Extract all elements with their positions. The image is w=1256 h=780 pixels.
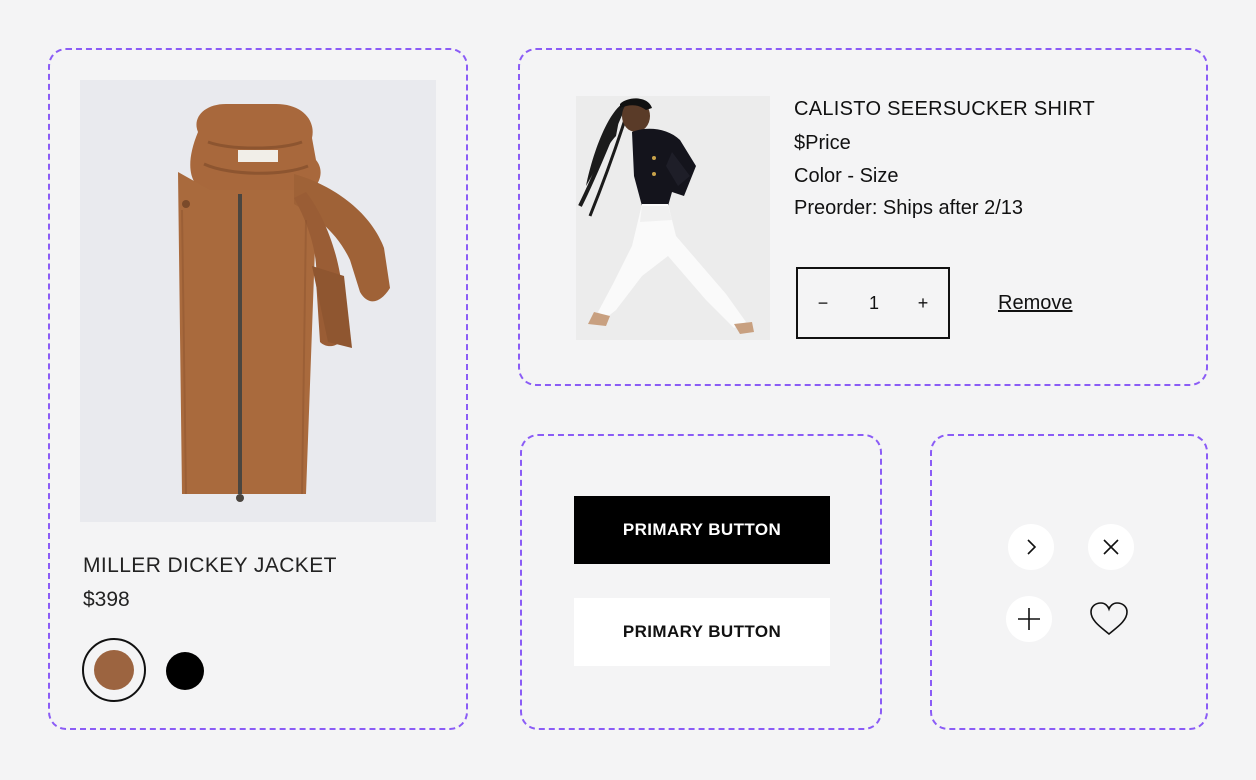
cart-item-preorder: Preorder: Ships after 2/13 bbox=[794, 197, 1024, 219]
quantity-stepper: − 1 + bbox=[796, 267, 950, 339]
product-image[interactable] bbox=[80, 80, 436, 522]
chevron-right-button[interactable] bbox=[1008, 524, 1054, 570]
product-price: $398 bbox=[83, 588, 130, 611]
chevron-right-icon bbox=[1027, 539, 1037, 555]
close-button[interactable] bbox=[1088, 524, 1134, 570]
cart-item-title[interactable]: CALISTO SEERSUCKER SHIRT bbox=[794, 98, 1095, 121]
swatch-camel-fill bbox=[94, 650, 134, 690]
heart-button[interactable] bbox=[1086, 598, 1132, 640]
icons-card bbox=[930, 434, 1208, 730]
cart-item-image[interactable] bbox=[576, 96, 770, 340]
cart-item-card: CALISTO SEERSUCKER SHIRT $Price Color - … bbox=[518, 48, 1208, 386]
buttons-card: PRIMARY BUTTON PRIMARY BUTTON bbox=[520, 434, 882, 730]
product-card: MILLER DICKEY JACKET $398 bbox=[48, 48, 468, 730]
swatch-black[interactable] bbox=[166, 652, 204, 690]
model-illustration bbox=[576, 96, 770, 340]
primary-button-dark[interactable]: PRIMARY BUTTON bbox=[574, 496, 830, 564]
swatch-camel[interactable] bbox=[82, 638, 146, 702]
plus-button[interactable] bbox=[1006, 596, 1052, 642]
cart-item-variant: Color - Size bbox=[794, 165, 899, 187]
cart-item-price: $Price bbox=[794, 132, 851, 154]
remove-link[interactable]: Remove bbox=[998, 292, 1072, 315]
primary-button-light[interactable]: PRIMARY BUTTON bbox=[574, 598, 830, 666]
jacket-illustration bbox=[80, 80, 436, 522]
close-icon bbox=[1103, 539, 1119, 555]
increment-button[interactable]: + bbox=[908, 287, 938, 319]
plus-icon bbox=[1018, 608, 1040, 630]
decrement-button[interactable]: − bbox=[808, 287, 838, 319]
quantity-value[interactable]: 1 bbox=[856, 287, 892, 319]
heart-icon bbox=[1090, 602, 1128, 636]
product-name[interactable]: MILLER DICKEY JACKET bbox=[83, 554, 337, 578]
